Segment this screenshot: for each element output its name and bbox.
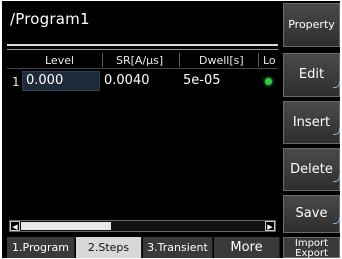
save-button-label: Save <box>295 206 328 221</box>
column-header-dwell[interactable]: Dwell[s] <box>199 54 244 67</box>
title-divider-thin <box>7 49 278 50</box>
column-header-lo[interactable]: Lo <box>263 54 276 67</box>
header-divider <box>7 68 278 69</box>
edit-button[interactable]: Edit <box>283 53 340 97</box>
instrument-screen: /Program1 Level SR[A/µs] Dwell[s] Lo 1 0… <box>2 1 340 258</box>
lo-status-led-icon <box>265 78 272 85</box>
softkey-notch-icon <box>333 128 340 135</box>
delete-button[interactable]: Delete <box>283 148 340 191</box>
tab-transient[interactable]: 3.Transient <box>143 237 213 258</box>
scroll-right-arrow-icon[interactable]: ▶ <box>265 221 275 231</box>
insert-button-label: Insert <box>292 115 331 130</box>
softkey-notch-icon <box>333 217 340 224</box>
title-divider <box>7 44 278 46</box>
tab-steps[interactable]: 2.Steps <box>76 237 142 258</box>
level-cell[interactable]: 0.000 <box>22 71 100 91</box>
column-header-level[interactable]: Level <box>45 54 74 67</box>
property-button[interactable]: Property <box>283 3 340 47</box>
tab-program[interactable]: 1.Program <box>7 237 75 258</box>
scrollbar-thumb[interactable] <box>21 222 111 230</box>
slew-rate-cell[interactable]: 0.0040 <box>104 73 150 88</box>
dwell-cell[interactable]: 5e-05 <box>183 73 221 88</box>
insert-button[interactable]: Insert <box>283 101 340 144</box>
column-divider <box>258 53 259 67</box>
save-button[interactable]: Save <box>283 195 340 233</box>
softkey-notch-icon <box>333 175 340 182</box>
export-label: Export <box>295 248 328 259</box>
softkey-notch-icon <box>333 81 340 88</box>
column-header-sr[interactable]: SR[A/µs] <box>116 54 163 67</box>
row-index: 1 <box>12 75 20 89</box>
delete-button-label: Delete <box>290 162 333 177</box>
tab-more[interactable]: More <box>214 237 280 258</box>
program-title: /Program1 <box>10 10 90 28</box>
column-divider <box>179 53 180 67</box>
import-export-button[interactable]: Import Export <box>283 237 340 258</box>
column-divider <box>102 53 103 67</box>
edit-button-label: Edit <box>298 67 325 82</box>
horizontal-scrollbar[interactable]: ◀ ▶ <box>9 220 276 232</box>
scroll-left-arrow-icon[interactable]: ◀ <box>10 221 20 231</box>
